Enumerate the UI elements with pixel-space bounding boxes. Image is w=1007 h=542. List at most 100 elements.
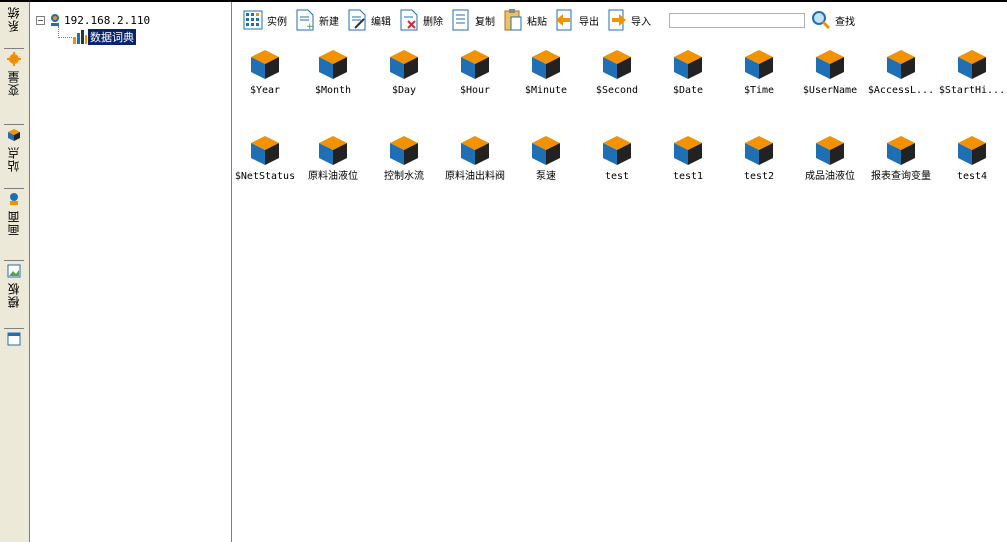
variable-cube-icon [461, 50, 489, 79]
variable-label: 泵速 [536, 171, 556, 182]
app-window: 系统 变量 站点 画面 模板 − 192.168.2.110 数据词典 实例 +… [0, 0, 1007, 542]
variable-item[interactable]: $Day [370, 48, 438, 96]
tab-divider [4, 188, 24, 189]
variable-label: 原料油液位 [308, 171, 358, 182]
export-label: 导出 [579, 16, 599, 28]
variable-item[interactable]: $AccessL... [867, 48, 935, 96]
variable-cube-icon [461, 136, 489, 165]
variable-item[interactable]: 泵速 [512, 134, 580, 182]
variable-label: test4 [956, 171, 988, 182]
tab-variable-label: 变量 [7, 70, 21, 96]
export-button[interactable]: 导出 [555, 8, 599, 32]
variable-item[interactable]: $NetStatus [231, 134, 299, 182]
tree-item-data-dictionary[interactable]: 数据词典 [72, 29, 136, 45]
variable-item[interactable]: $Time [725, 48, 793, 96]
tab-system[interactable]: 系统 [3, 6, 25, 32]
cube-icon [8, 129, 20, 141]
variable-label: $Day [391, 85, 417, 96]
variable-label: $AccessL... [867, 85, 935, 96]
tab-divider [4, 260, 24, 261]
variable-item[interactable]: $Year [231, 48, 299, 96]
import-label: 导入 [631, 16, 651, 28]
find-label: 查找 [835, 16, 855, 28]
variable-label: $Minute [524, 85, 568, 96]
template-icon [7, 332, 21, 346]
edit-button[interactable]: 编辑 [347, 8, 391, 32]
new-label: 新建 [319, 16, 339, 28]
variable-cube-icon [674, 136, 702, 165]
variable-item[interactable]: 控制水流 [370, 134, 438, 182]
variable-item[interactable]: 报表查询变量 [867, 134, 935, 182]
variable-cube-icon [251, 136, 279, 165]
collapse-icon[interactable]: − [36, 15, 45, 25]
variable-label: $Month [314, 85, 352, 96]
variable-item[interactable]: 原料油液位 [299, 134, 367, 182]
search-input[interactable] [669, 12, 805, 28]
variable-label: $Time [743, 85, 775, 96]
edit-icon [348, 9, 366, 31]
variable-label: test2 [743, 171, 775, 182]
main-content: 实例 + 新建 编辑 删除 复制 粘贴 导出 导入 查找 $Year $Mont… [233, 2, 1007, 542]
variable-cube-icon [745, 50, 773, 79]
variable-label: 控制水流 [384, 171, 424, 182]
find-button[interactable]: 查找 [811, 10, 855, 30]
import-button[interactable]: 导入 [607, 8, 651, 32]
variable-item[interactable]: test4 [938, 134, 1006, 182]
new-button[interactable]: + 新建 [295, 8, 339, 32]
variable-cube-icon [745, 136, 773, 165]
variable-label: $StartHi... [938, 85, 1006, 96]
delete-icon [400, 9, 418, 31]
new-document-icon: + [296, 9, 314, 32]
variable-label: test [604, 171, 630, 182]
tab-template[interactable]: 模板 [3, 264, 25, 308]
variable-item[interactable]: test [583, 134, 651, 182]
instance-label: 实例 [267, 16, 287, 28]
variable-item[interactable]: test2 [725, 134, 793, 182]
variable-item[interactable]: $Minute [512, 48, 580, 96]
variable-cube-icon [390, 136, 418, 165]
station-icon [51, 14, 59, 26]
paste-button[interactable]: 粘贴 [503, 8, 547, 32]
variable-item[interactable]: 原料油出料阀 [441, 134, 509, 182]
paste-label: 粘贴 [527, 16, 547, 28]
tab-station[interactable]: 站点 [3, 128, 25, 172]
variable-cube-icon [319, 50, 347, 79]
edit-label: 编辑 [371, 16, 391, 28]
tab-screen[interactable]: 画面 [3, 192, 25, 236]
variable-cube-icon [251, 50, 279, 79]
variable-item[interactable]: $StartHi... [938, 48, 1006, 96]
instance-button[interactable]: 实例 [243, 8, 287, 32]
variable-label: $Second [595, 85, 639, 96]
variable-cube-icon [958, 136, 986, 165]
variable-item[interactable]: $Second [583, 48, 651, 96]
tab-variable[interactable]: 变量 [3, 52, 25, 96]
variable-item[interactable]: 成品油液位 [796, 134, 864, 182]
vertical-tab-strip: 系统 变量 站点 画面 模板 [0, 2, 30, 542]
copy-button[interactable]: 复制 [451, 8, 495, 32]
tab-template-label: 模板 [7, 282, 21, 308]
tree-root[interactable]: − 192.168.2.110 [36, 12, 152, 28]
delete-button[interactable]: 删除 [399, 8, 443, 32]
variable-item[interactable]: $Hour [441, 48, 509, 96]
variable-item[interactable]: test1 [654, 134, 722, 182]
variable-cube-icon [532, 136, 560, 165]
variable-item[interactable]: $Date [654, 48, 722, 96]
bar-chart-icon [73, 30, 87, 44]
tab-station-label: 站点 [7, 146, 21, 172]
variable-label: test1 [672, 171, 704, 182]
tab-extra[interactable] [3, 332, 25, 350]
variable-item[interactable]: $Month [299, 48, 367, 96]
variable-cube-icon [390, 50, 418, 79]
toolbar: 实例 + 新建 编辑 删除 复制 粘贴 导出 导入 查找 [233, 2, 1007, 38]
variable-label: 原料油出料阀 [445, 171, 505, 182]
tab-divider [4, 328, 24, 329]
variable-item[interactable]: $UserName [796, 48, 864, 96]
variable-cube-icon [958, 50, 986, 79]
variable-label: 报表查询变量 [871, 171, 931, 182]
tree-connector [58, 37, 72, 38]
paste-icon [504, 9, 522, 31]
copy-icon [452, 9, 469, 31]
tree-pane: − 192.168.2.110 数据词典 [30, 2, 232, 542]
variable-label: $Hour [459, 85, 491, 96]
station-icon [10, 193, 18, 205]
